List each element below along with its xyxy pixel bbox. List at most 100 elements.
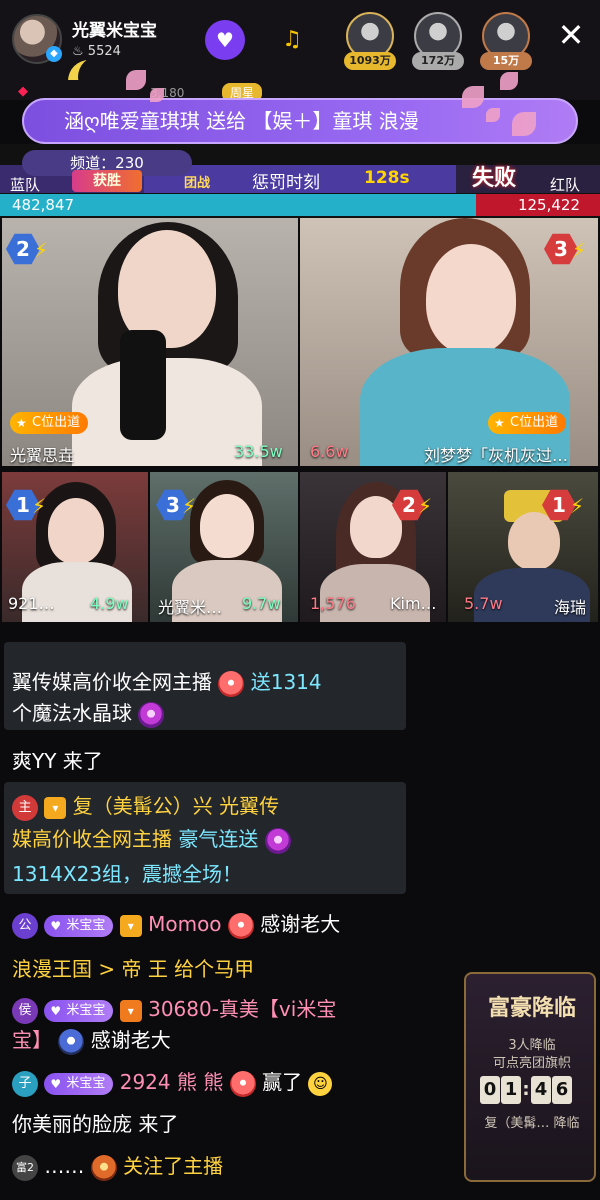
tile-score: 6.6w xyxy=(310,442,349,461)
fan-club-tag: 米宝宝 xyxy=(44,999,114,1022)
chat-message-thanks-2[interactable]: 侯 米宝宝 ▾ 30680-真美【vi米宝 xyxy=(12,993,336,1024)
blue-team-label: 蓝队 xyxy=(10,176,41,194)
chat-action: 豪气连送 xyxy=(178,827,259,851)
top-viewer-3[interactable]: 15万 xyxy=(478,12,534,72)
video-tile-2[interactable]: 3 ⚡ C位出道 6.6w 刘梦梦「灰机灰过… xyxy=(300,218,598,466)
video-tile-6[interactable]: 1 ⚡ 5.7w 海瑞 xyxy=(448,472,598,622)
rose-gift-icon xyxy=(218,670,245,697)
laughing-emoji-icon: ☺ xyxy=(308,1071,333,1096)
rich-countdown: 01:46 xyxy=(480,1076,586,1104)
chat-message-vest[interactable]: 浪漫王国 > 帝 王 给个马甲 xyxy=(12,953,254,982)
video-tile-4[interactable]: 3 ⚡ 光翼米… 9.7w xyxy=(150,472,298,622)
punish-time-label: 惩罚时刻 xyxy=(252,173,320,193)
badge-icon xyxy=(90,1154,117,1181)
level-badge: 主 xyxy=(12,794,38,821)
crystal-ball-icon xyxy=(264,827,291,854)
pk-timer: 128s xyxy=(364,168,410,188)
chat-content: 浪漫王国 > 帝 王 给个马甲 xyxy=(12,957,255,981)
chat-message-won[interactable]: 子 米宝宝 2924 熊 熊 赢了 ☺ xyxy=(12,1066,333,1097)
video-tile-5[interactable]: 2 ⚡ 1,576 Kim… xyxy=(300,472,446,622)
team-battle-icon: 团战 xyxy=(184,176,211,191)
lightning-icon: ⚡ xyxy=(418,494,433,518)
rich-count: 3人降临 xyxy=(508,1038,556,1053)
chat-username: 30680-真美【vi米宝 xyxy=(148,997,337,1021)
chat-content: 关注了主播 xyxy=(123,1154,224,1178)
level-badge: 富2 xyxy=(12,1154,38,1181)
chat-username: 2924 熊 熊 xyxy=(119,1070,224,1094)
pk-score-bar xyxy=(0,194,600,216)
tile-score: 9.7w xyxy=(242,594,281,613)
follow-heart-button[interactable]: ♥ xyxy=(205,20,245,60)
mic-icon xyxy=(120,330,166,440)
chat-message-thanks-1[interactable]: 公 米宝宝 ▾ Momoo 感谢老大 xyxy=(12,908,340,939)
vest-icon: ▾ xyxy=(119,999,142,1022)
viewer-contribution: 1093万 xyxy=(344,52,396,70)
video-tile-1[interactable]: 2 ⚡ C位出道 光翼思垚 33.5w xyxy=(2,218,298,466)
viewer-contribution: 15万 xyxy=(480,52,532,70)
level-badge: 公 xyxy=(12,912,38,939)
fan-club-tag: 米宝宝 xyxy=(44,1072,114,1095)
close-button[interactable]: ✕ xyxy=(554,18,588,52)
rich-footer: 复（美髯… 降临 xyxy=(484,1116,580,1131)
tile-host-name: 921… xyxy=(8,594,55,613)
c-position-badge: C位出道 xyxy=(488,412,567,434)
chat-username: Momoo xyxy=(148,912,222,936)
tile-score: 4.9w xyxy=(90,594,129,613)
chat-text: 翼传媒高价收全网主播 送1314 xyxy=(12,666,322,697)
top-viewer-2[interactable]: 172万 xyxy=(410,12,466,72)
face xyxy=(426,244,516,354)
chat-enter-message[interactable]: 你美丽的脸庞 来了 xyxy=(12,1108,178,1137)
vest-icon: ▾ xyxy=(44,796,67,819)
tile-score: 33.5w xyxy=(234,442,283,461)
gift-broadcast-text: 涵ღ唯爱童琪琪 送给 【娱＋】童琪 浪漫 xyxy=(64,109,419,133)
chat-username-cont: 媒高价收全网主播 xyxy=(12,827,172,851)
lightning-icon: ⚡ xyxy=(572,238,587,262)
chat-enter-message[interactable]: 爽YY 来了 xyxy=(12,745,103,774)
chat-username: …… xyxy=(44,1154,85,1178)
countdown-separator: : xyxy=(522,1079,530,1100)
ruby-rank-icon: ◆ xyxy=(18,84,28,99)
tile-host-name: 海瑞 xyxy=(554,598,587,617)
face xyxy=(48,498,104,564)
fire-icon: ♨ xyxy=(72,44,88,59)
chat-content: 感谢老大 xyxy=(260,912,341,936)
chat-text: 媒高价收全网主播 豪气连送 xyxy=(12,823,291,854)
chat-username-cont: 宝】 xyxy=(12,1028,52,1052)
rose-gift-icon xyxy=(227,912,254,939)
chat-text: 主 ▾ 复（美髯公）兴 光翼传 xyxy=(12,790,279,821)
chat-content: 赢了 xyxy=(262,1070,303,1094)
countdown-digit: 0 xyxy=(480,1076,500,1104)
rose-gift-icon xyxy=(229,1070,256,1097)
viewer-contribution: 172万 xyxy=(412,52,464,70)
rich-hint: 可点亮团旗帜 xyxy=(492,1056,571,1071)
tile-host-name: 光翼思垚 xyxy=(10,446,75,465)
lightning-icon: ⚡ xyxy=(570,494,585,518)
rich-arrival-panel[interactable]: 富豪降临 3人降临 可点亮团旗帜 01:46 复（美髯… 降临 xyxy=(464,972,596,1182)
chat-message-follow[interactable]: 富2 …… 关注了主播 xyxy=(12,1150,223,1181)
fail-badge: 失败 xyxy=(472,166,517,191)
countdown-digit: 1 xyxy=(501,1076,521,1104)
crystal-ball-icon xyxy=(138,701,165,728)
fan-club-tag: 米宝宝 xyxy=(44,914,114,937)
chat-text: 宝】 感谢老大 xyxy=(12,1024,171,1055)
lightning-icon: ⚡ xyxy=(182,494,197,518)
chat-line1: 翼传媒高价收全网主播 xyxy=(12,670,212,694)
petal-icon xyxy=(500,72,518,90)
lightning-icon: ⚡ xyxy=(34,238,49,262)
tile-score: 5.7w xyxy=(464,594,503,613)
video-tile-3[interactable]: 1 ⚡ 921… 4.9w xyxy=(2,472,148,622)
tile-host-name: Kim… xyxy=(390,594,437,613)
tile-host-name: 光翼米… xyxy=(158,598,223,617)
chat-combo-text: 1314X23组，震撼全场！ xyxy=(12,862,243,886)
top-viewer-1[interactable]: 1093万 xyxy=(342,12,398,72)
blue-score: 482,847 xyxy=(12,196,75,214)
mic-link-button[interactable]: ♫ xyxy=(272,22,312,58)
vest-icon: ▾ xyxy=(119,914,142,937)
gift-icon xyxy=(58,1028,85,1055)
chat-content: 感谢老大 xyxy=(90,1028,171,1052)
win-badge: 获胜 xyxy=(72,170,142,192)
chat-text: 个魔法水晶球 xyxy=(12,697,165,728)
level-badge: 子 xyxy=(12,1070,38,1097)
petal-icon xyxy=(150,88,164,102)
chat-line2: 个魔法水晶球 xyxy=(12,701,132,725)
